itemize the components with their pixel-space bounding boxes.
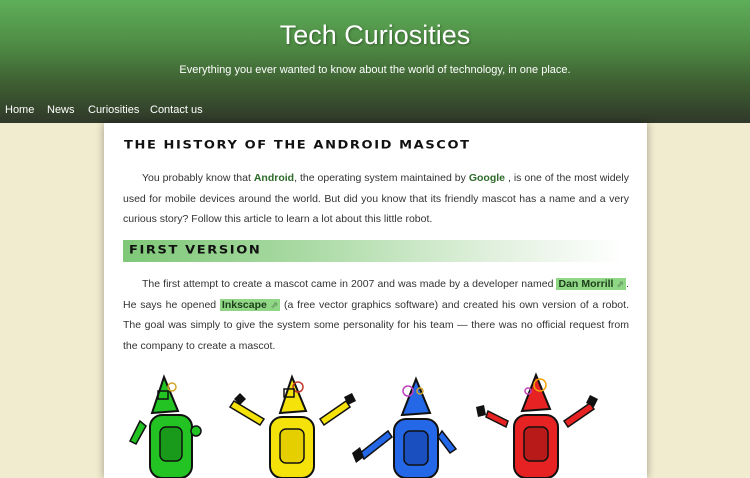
site-header: Tech Curiosities Everything you ever wan… [0, 0, 750, 123]
google-term: Google [468, 172, 505, 184]
inkscape-link[interactable]: Inkscape ⇗ [219, 298, 281, 311]
nav-item-news[interactable]: News [47, 104, 75, 116]
dan-morrill-link[interactable]: Dan Morrill ⇗ [556, 278, 627, 290]
red-robot [476, 372, 598, 478]
blue-robot [352, 376, 458, 478]
nav-item-home[interactable]: Home [5, 104, 34, 116]
android-robots-illustration [128, 372, 598, 478]
first-version-paragraph: The first attempt to create a mascot cam… [123, 274, 629, 356]
green-robot [128, 374, 202, 478]
external-link-icon: ⇗ [270, 299, 279, 310]
intro-text-1: You probably know that [142, 172, 254, 184]
section-title-first-version: First Version [129, 243, 262, 258]
external-link-icon: ⇗ [616, 279, 625, 289]
android-term: Android [253, 172, 295, 184]
article-card: The History of the Android Mascot You pr… [104, 123, 647, 478]
intro-paragraph: You probably know that Android, the oper… [123, 168, 629, 230]
intro-text-2: , the operating system maintained by [294, 172, 469, 184]
site-title: Tech Curiosities [279, 20, 471, 50]
site-tagline: Everything you ever wanted to know about… [179, 64, 571, 76]
nav-item-curiosities[interactable]: Curiosities [88, 104, 139, 116]
yellow-robot [228, 374, 356, 478]
nav-item-contact-us[interactable]: Contact us [150, 104, 203, 116]
fv-text-1: The first attempt to create a mascot cam… [142, 278, 557, 290]
article-title: The History of the Android Mascot [124, 138, 471, 153]
section-heading-bar: First Version [123, 240, 623, 262]
